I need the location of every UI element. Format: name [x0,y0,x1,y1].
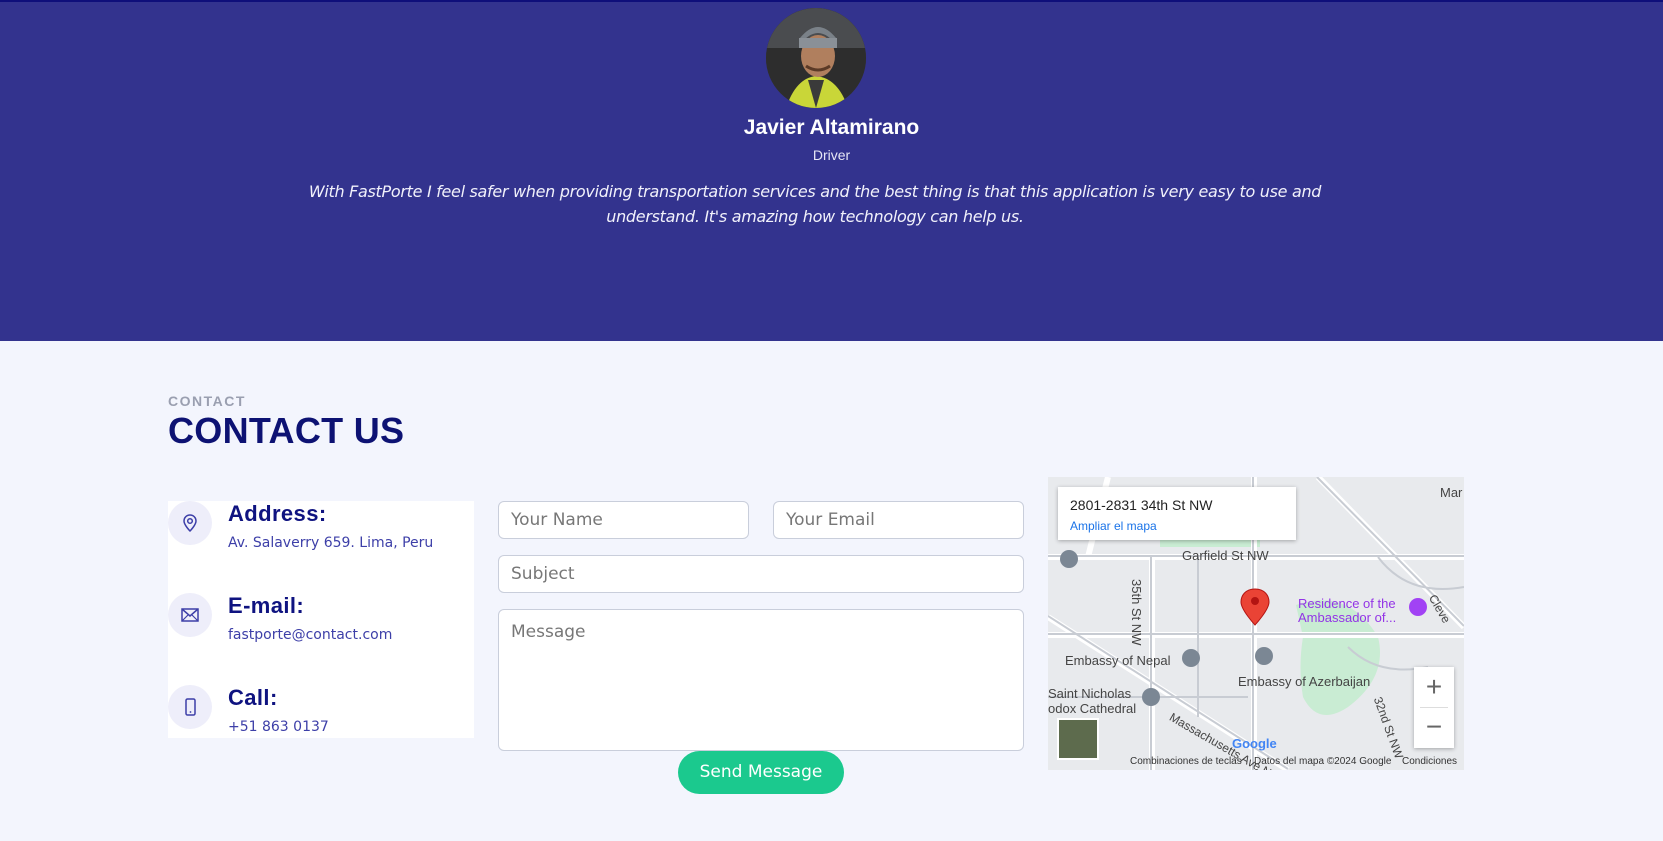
map-zoom-control: + − [1414,667,1454,748]
contact-info-card: Address: Av. Salaverry 659. Lima, Peru E… [168,501,474,738]
email-value[interactable]: fastporte@contact.com [228,627,392,643]
map-label-35th: 35th St NW [1129,579,1144,646]
address-title: Address: [228,501,327,526]
terms-link[interactable]: Condiciones [1402,756,1457,767]
map-footer: Combinaciones de teclas Datos del mapa ©… [1048,754,1464,770]
zoom-in-button[interactable]: + [1414,667,1454,707]
message-textarea[interactable]: Message [498,609,1024,751]
call-title: Call: [228,685,278,710]
subject-input[interactable]: Subject [498,555,1024,593]
map-label-residence: Residence of the Ambassador of... [1298,596,1397,625]
envelope-icon [168,593,212,637]
map-address: 2801-2831 34th St NW [1070,497,1213,513]
keyboard-shortcuts-link[interactable]: Combinaciones de teclas [1130,756,1242,767]
address-row: Address: Av. Salaverry 659. Lima, Peru [168,501,474,581]
email-title: E-mail: [228,593,305,618]
address-value: Av. Salaverry 659. Lima, Peru [228,535,434,551]
call-value[interactable]: +51 863 0137 [228,719,329,735]
email-row: E-mail: fastporte@contact.com [168,593,474,673]
section-title: CONTACT US [168,410,405,451]
map-label-nicholas: Saint Nicholas odox Cathedral [1048,686,1137,716]
zoom-out-button[interactable]: − [1414,707,1454,747]
map-label-garfield: Garfield St NW [1182,548,1269,563]
testimonial-role: Driver [812,147,851,163]
section-eyebrow: CONTACT [168,393,246,409]
map-label-azerbaijan: Embassy of Azerbaijan [1238,674,1371,689]
driver-avatar [766,8,866,108]
map-data-text: Datos del mapa ©2024 Google [1254,756,1392,767]
google-map[interactable]: 2801-2831 34th St NW Ampliar el mapa Gar… [1048,477,1464,770]
email-input[interactable]: Your Email [773,501,1024,539]
call-row: Call: +51 863 0137 [168,685,474,765]
phone-icon [168,685,212,729]
testimonial-quote: With FastPorte I feel safer when providi… [308,182,1322,226]
map-info-card: 2801-2831 34th St NW Ampliar el mapa [1058,487,1296,540]
map-label-nepal: Embassy of Nepal [1065,653,1171,668]
google-logo: Google [1232,736,1277,751]
enlarge-map-link[interactable]: Ampliar el mapa [1070,519,1157,533]
testimonial-section: Javier Altamirano Driver With FastPorte … [0,0,1663,341]
map-pin-icon [168,501,212,545]
map-label-mar: Mar [1440,485,1463,500]
testimonial-name: Javier Altamirano [743,116,920,139]
send-message-button[interactable]: Send Message [678,751,844,794]
name-input[interactable]: Your Name [498,501,749,539]
